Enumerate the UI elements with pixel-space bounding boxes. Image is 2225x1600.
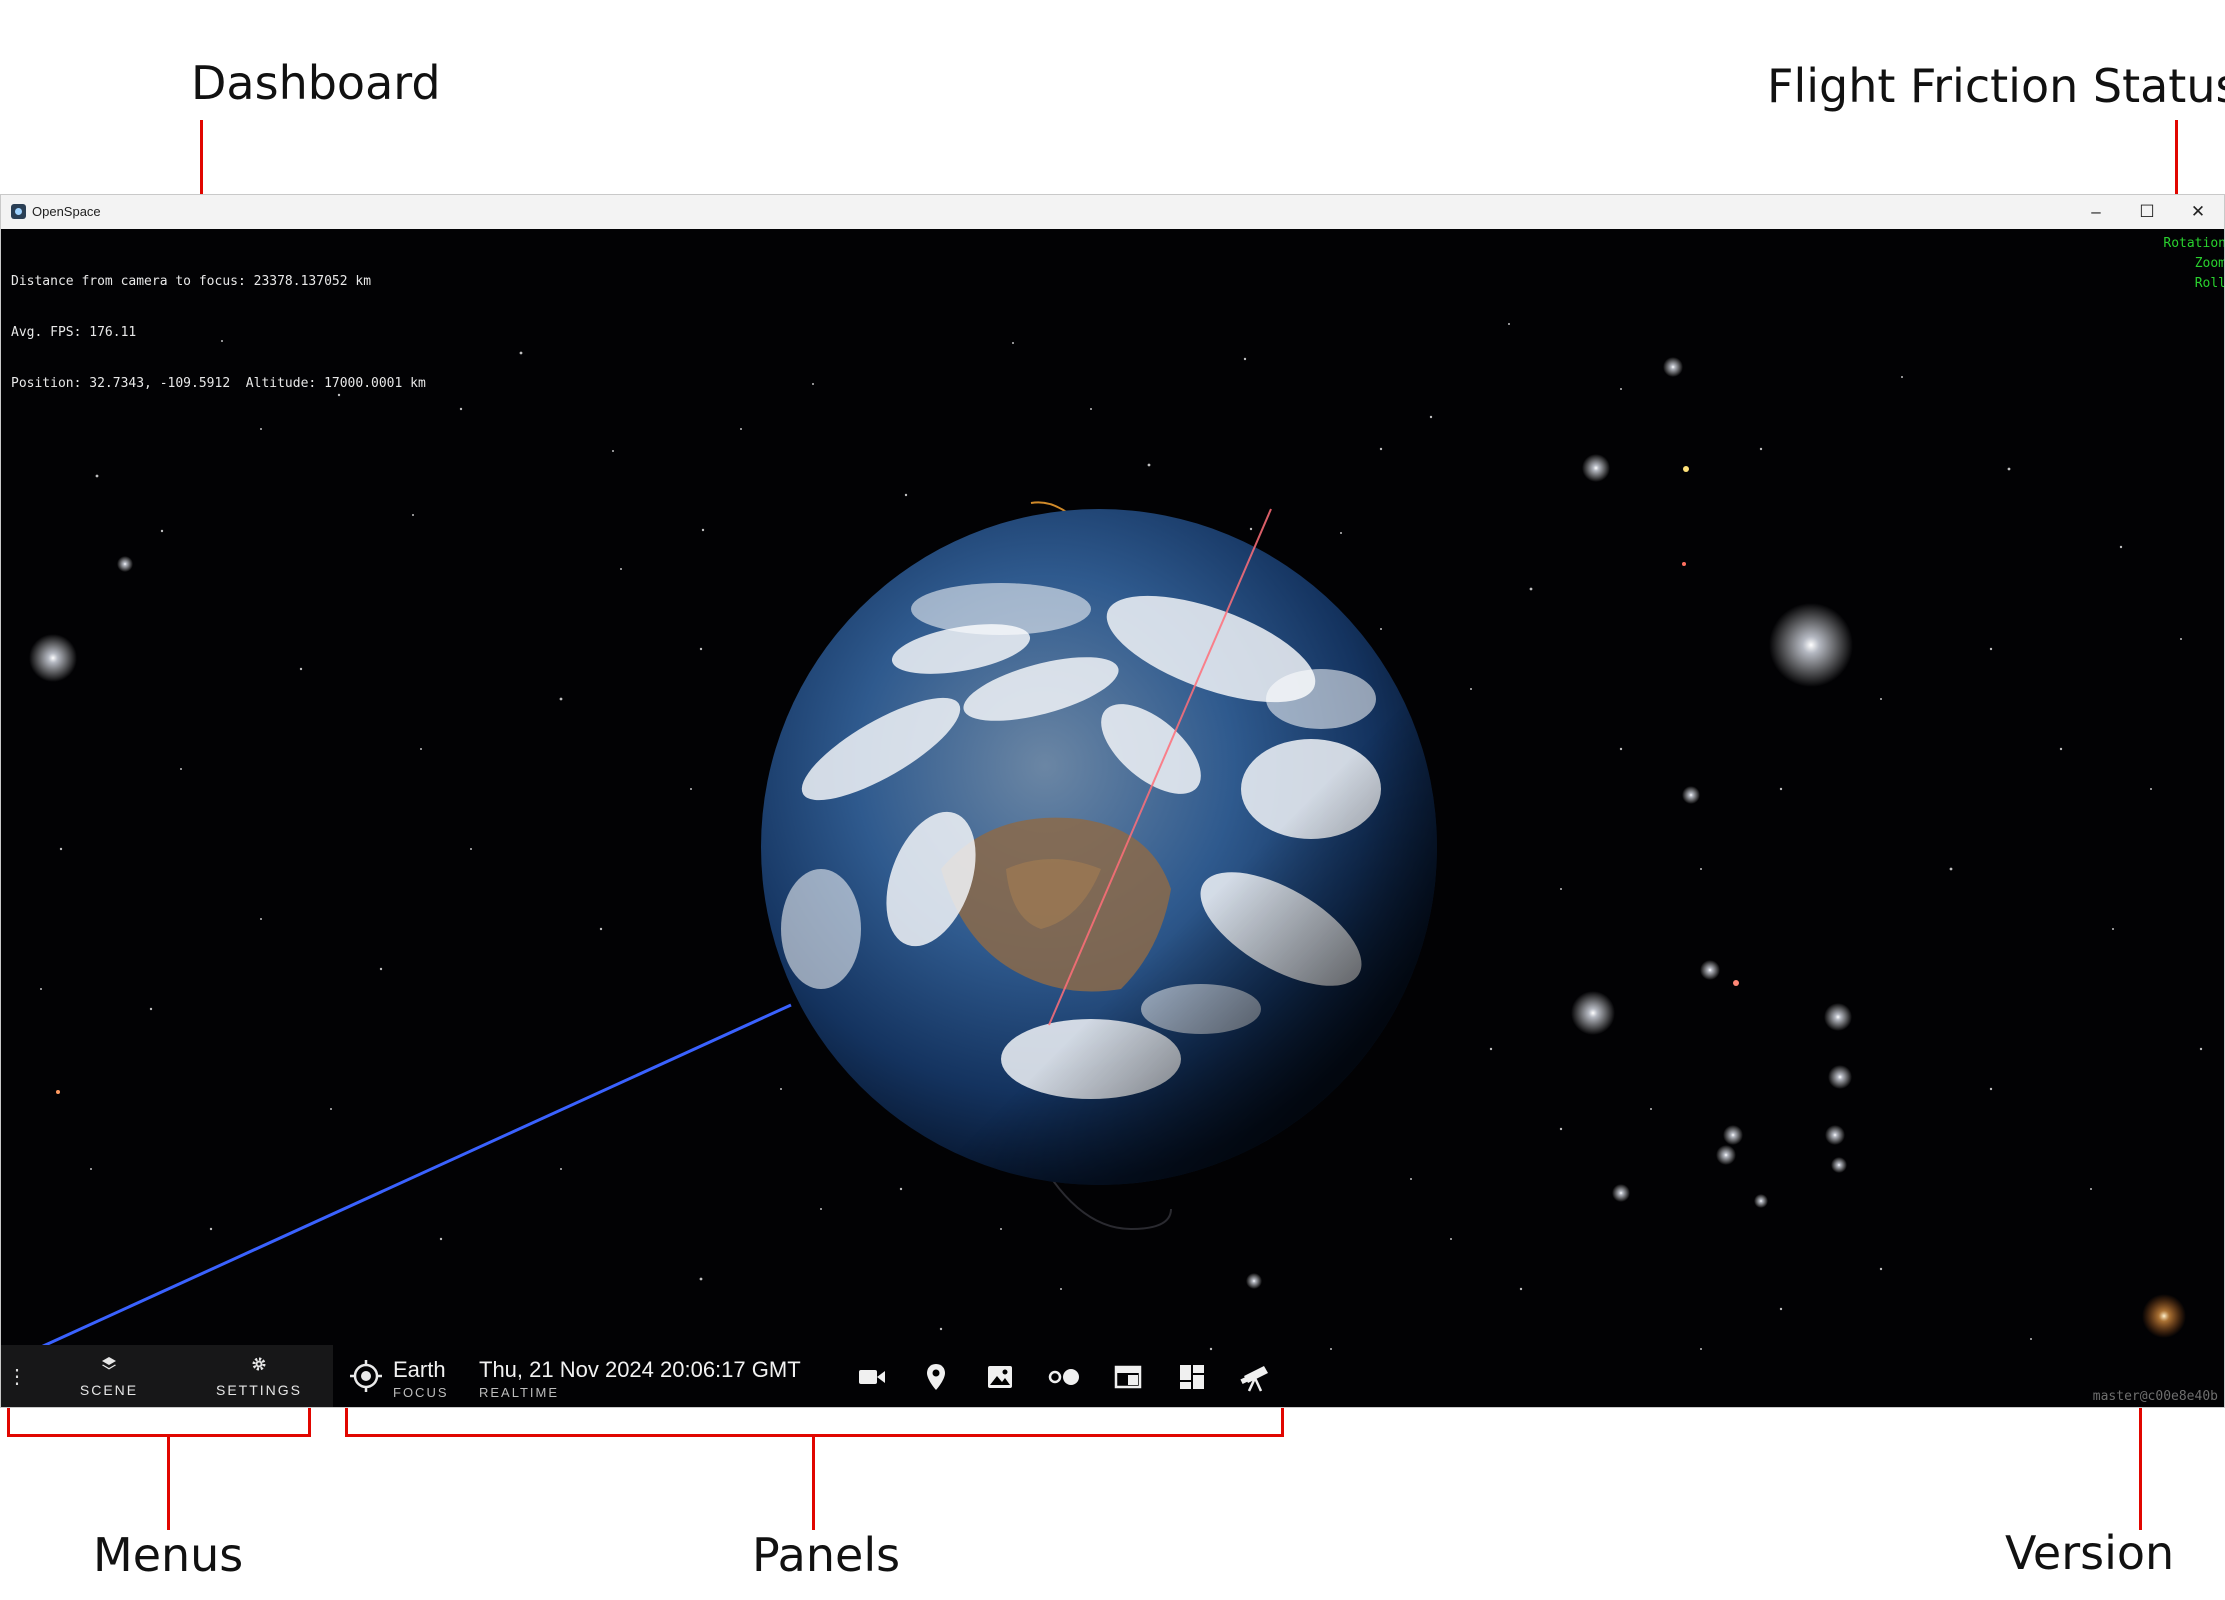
orange-star	[2142, 1294, 2186, 1338]
video-camera-icon[interactable]	[855, 1360, 889, 1394]
layers-icon	[101, 1356, 117, 1376]
time-display[interactable]: Thu, 21 Nov 2024 20:06:17 GMT	[479, 1357, 801, 1383]
menus-bracket-bottom	[7, 1434, 311, 1437]
dashboard-distance: Distance from camera to focus: 23378.137…	[11, 274, 372, 289]
bright-star	[1700, 960, 1720, 980]
version-label: master@c00e8e40b	[2092, 1389, 2218, 1404]
title-bar[interactable]: OpenSpace – ☐ ✕	[1, 195, 2224, 230]
bright-star	[1716, 1145, 1736, 1165]
bright-star	[1831, 1157, 1847, 1173]
browser-window-icon[interactable]	[1111, 1360, 1145, 1394]
settings-label: SETTINGS	[215, 1382, 302, 1398]
openspace-window: OpenSpace – ☐ ✕ Distance from camera to …	[0, 194, 2225, 1408]
annotation-dashboard: Dashboard	[191, 56, 441, 110]
reddish-star	[1733, 980, 1739, 986]
menus-bracket-stem	[167, 1434, 170, 1530]
more-vertical-icon[interactable]: ⋮	[7, 1359, 27, 1395]
reddish-star	[1682, 562, 1686, 566]
bright-star	[1663, 357, 1683, 377]
telescope-icon[interactable]	[1239, 1360, 1273, 1394]
scene-menu-button[interactable]: SCENE	[61, 1345, 157, 1407]
menus-bar: ⋮ SCENE SETTINGS	[1, 1345, 333, 1407]
bright-star	[1769, 603, 1853, 687]
friction-zoom-label: Zoom	[2194, 256, 2225, 271]
orbit-line-blue	[40, 1003, 792, 1349]
bright-star	[1246, 1273, 1262, 1289]
toggle-dots-icon[interactable]	[1047, 1360, 1081, 1394]
earth-globe	[761, 509, 1437, 1185]
annotation-version: Version	[2005, 1526, 2175, 1580]
version-pointer-line	[2139, 1398, 2142, 1530]
close-button[interactable]: ✕	[2173, 195, 2223, 229]
dashboard-grid-icon[interactable]	[1175, 1360, 1209, 1394]
friction-roll-label: Roll	[2194, 276, 2225, 291]
panels-bar: Earth FOCUS Thu, 21 Nov 2024 20:06:17 GM…	[333, 1345, 1293, 1407]
friction-rotation-label: Rotation	[2163, 236, 2225, 251]
bright-star	[29, 634, 77, 682]
menus-bracket-right	[308, 1404, 311, 1437]
reddish-star	[56, 1090, 60, 1094]
gear-icon	[251, 1356, 267, 1376]
target-icon[interactable]	[349, 1359, 383, 1393]
panels-bracket-stem	[812, 1434, 815, 1530]
maximize-button[interactable]: ☐	[2122, 195, 2172, 229]
bright-star	[1571, 991, 1615, 1035]
focus-name[interactable]: Earth	[393, 1357, 446, 1383]
dashboard-fps: Avg. FPS: 176.11	[11, 325, 137, 340]
time-sublabel: REALTIME	[479, 1385, 560, 1400]
panels-bracket-right	[1281, 1404, 1284, 1437]
panels-bracket-left	[345, 1404, 348, 1437]
bright-star	[1825, 1125, 1845, 1145]
bright-star	[1828, 1065, 1852, 1089]
annotation-flight-friction-status: Flight Friction Status	[1767, 59, 2225, 113]
bright-star	[1682, 786, 1700, 804]
app-logo-icon	[11, 204, 26, 219]
menus-bracket-left	[7, 1404, 10, 1437]
map-pin-icon[interactable]	[919, 1360, 953, 1394]
scene-label: SCENE	[79, 1382, 139, 1398]
bright-star	[1612, 1184, 1630, 1202]
image-icon[interactable]	[983, 1360, 1017, 1394]
annotation-menus: Menus	[93, 1528, 244, 1582]
settings-menu-button[interactable]: SETTINGS	[199, 1345, 319, 1407]
annotation-panels: Panels	[752, 1528, 901, 1582]
bright-star	[1723, 1125, 1743, 1145]
bright-star	[1824, 1003, 1852, 1031]
bright-star	[117, 556, 133, 572]
minimize-button[interactable]: –	[2071, 195, 2121, 229]
focus-sublabel: FOCUS	[393, 1385, 449, 1400]
bright-star	[1754, 1194, 1768, 1208]
dashboard-overlay: Distance from camera to focus: 23378.137…	[11, 239, 426, 426]
yellow-star	[1683, 466, 1689, 472]
bright-star	[1582, 454, 1610, 482]
dashboard-position: Position: 32.7343, -109.5912 Altitude: 1…	[11, 376, 426, 391]
space-viewport[interactable]: Distance from camera to focus: 23378.137…	[1, 229, 2225, 1407]
window-title: OpenSpace	[32, 204, 101, 219]
flight-friction-status: Rotation Zoom Roll	[2163, 234, 2225, 294]
